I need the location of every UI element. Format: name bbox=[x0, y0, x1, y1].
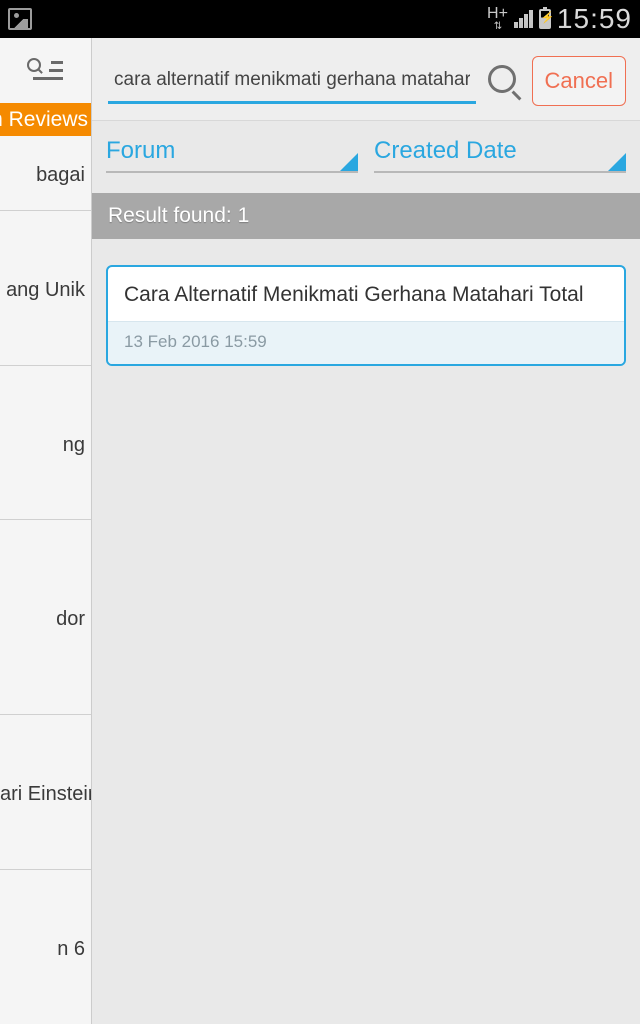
drawer-item[interactable]: dor bbox=[0, 520, 91, 715]
search-row: Cancel bbox=[92, 38, 640, 121]
result-count-bar: Result found: 1 bbox=[92, 193, 640, 239]
search-input[interactable] bbox=[108, 58, 476, 104]
status-bar: H+ ⇅ 15:59 bbox=[0, 0, 640, 38]
result-title: Cara Alternatif Menikmati Gerhana Mataha… bbox=[108, 267, 624, 321]
clock: 15:59 bbox=[557, 3, 632, 35]
gallery-icon bbox=[8, 8, 32, 30]
network-label: H+ bbox=[487, 6, 508, 22]
drawer-item[interactable]: n 6 bbox=[0, 870, 91, 1024]
filter-sort-label: Created Date bbox=[374, 137, 517, 165]
signal-icon bbox=[514, 10, 533, 28]
app-body: n Reviews bagai ang Unik ng dor ari Eins… bbox=[0, 38, 640, 1024]
result-card[interactable]: Cara Alternatif Menikmati Gerhana Mataha… bbox=[106, 265, 626, 366]
result-meta: 13 Feb 2016 15:59 bbox=[108, 321, 624, 364]
filter-category-label: Forum bbox=[106, 137, 175, 165]
results-list: Cara Alternatif Menikmati Gerhana Mataha… bbox=[92, 239, 640, 392]
status-left bbox=[8, 8, 32, 30]
network-indicator: H+ ⇅ bbox=[487, 6, 508, 32]
left-drawer[interactable]: n Reviews bagai ang Unik ng dor ari Eins… bbox=[0, 38, 92, 1024]
drawer-tab-reviews[interactable]: n Reviews bbox=[0, 103, 91, 136]
network-arrows-icon: ⇅ bbox=[494, 22, 501, 32]
drawer-item[interactable]: ari Einstein bbox=[0, 715, 91, 870]
search-icon[interactable] bbox=[486, 63, 522, 99]
drawer-item[interactable]: bagai bbox=[0, 136, 91, 211]
drawer-item[interactable]: ang Unik bbox=[0, 211, 91, 366]
filter-row: Forum Created Date bbox=[92, 121, 640, 173]
filter-category[interactable]: Forum bbox=[106, 131, 358, 173]
battery-charging-icon bbox=[539, 9, 551, 29]
drawer-item[interactable]: ng bbox=[0, 366, 91, 521]
drawer-search-toggle[interactable] bbox=[0, 38, 91, 103]
search-panel: Cancel Forum Created Date Result found: … bbox=[92, 38, 640, 1024]
filter-sort[interactable]: Created Date bbox=[374, 131, 626, 173]
status-right: H+ ⇅ 15:59 bbox=[487, 3, 632, 35]
search-list-icon bbox=[29, 60, 63, 82]
cancel-button[interactable]: Cancel bbox=[532, 56, 626, 106]
